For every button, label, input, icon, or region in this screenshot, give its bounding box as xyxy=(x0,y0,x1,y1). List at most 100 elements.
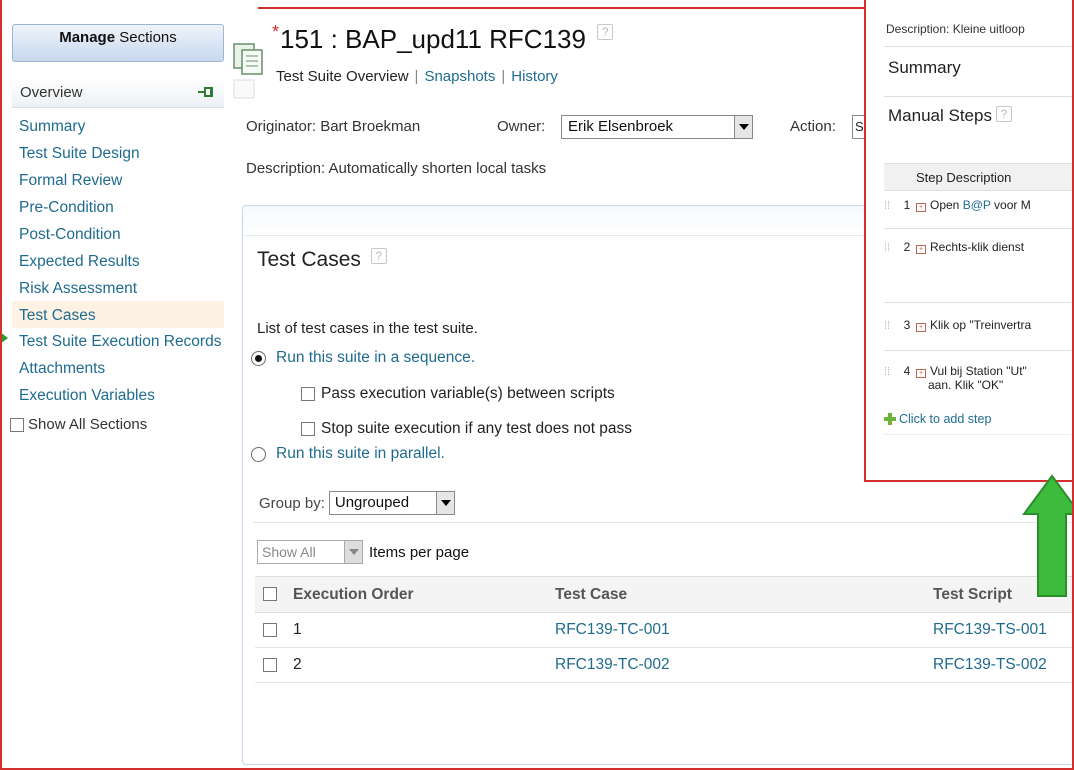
callout-arrow-icon xyxy=(1022,474,1074,597)
help-icon[interactable]: ? xyxy=(597,24,614,40)
nav-item-test-suite-design[interactable]: Test Suite Design xyxy=(12,139,224,166)
nav-item-summary[interactable]: Summary xyxy=(12,112,224,139)
step-link[interactable]: B@P xyxy=(963,198,991,212)
help-icon[interactable]: ? xyxy=(995,106,1012,122)
radio-run-parallel[interactable] xyxy=(251,446,266,462)
pass-vars-option[interactable]: Pass execution variable(s) between scrip… xyxy=(301,385,615,403)
group-by: Group by: Ungrouped xyxy=(259,491,455,515)
test-case-link[interactable]: RFC139-TC-001 xyxy=(555,621,670,638)
test-cases-table: Execution Order Test Case Test Script 1 … xyxy=(255,576,1074,683)
test-script-link[interactable]: RFC139-TS-001 xyxy=(933,621,1047,638)
run-sequence-label: Run this suite in a sequence. xyxy=(276,349,476,366)
owner-value: Erik Elsenbroek xyxy=(568,118,674,135)
test-case-link[interactable]: RFC139-TC-002 xyxy=(555,656,670,673)
section-title: Test Cases ? xyxy=(257,248,387,272)
test-suite-icon xyxy=(233,43,263,99)
overview-header[interactable]: Overview xyxy=(12,78,224,108)
col-description: Description xyxy=(946,170,1012,185)
show-all-sections[interactable]: Show All Sections xyxy=(10,416,232,433)
description-field: Description: Automatically shorten local… xyxy=(246,160,547,177)
pass-vars-label: Pass execution variable(s) between scrip… xyxy=(321,385,615,402)
items-per-page-select[interactable]: Show All xyxy=(257,540,363,564)
tab-history[interactable]: History xyxy=(511,68,558,85)
execution-order-cell: 2 xyxy=(285,647,547,683)
radio-run-sequence[interactable] xyxy=(251,350,266,366)
nav-item-test-suite-execution-records[interactable]: Test Suite Execution Records xyxy=(12,328,224,354)
expand-icon[interactable]: + xyxy=(916,203,926,212)
drag-handle-icon[interactable]: ⁞⁞ xyxy=(884,320,898,332)
step-number: 2 xyxy=(903,240,911,254)
help-icon[interactable]: ? xyxy=(370,248,387,264)
tab-test-suite-overview[interactable]: Test Suite Overview xyxy=(276,68,409,85)
drag-handle-icon[interactable]: ⁞⁞ xyxy=(884,366,898,378)
chevron-down-icon[interactable] xyxy=(435,492,454,514)
page-title-text: 151 : BAP_upd11 RFC139 xyxy=(280,24,586,54)
pass-vars-checkbox[interactable] xyxy=(301,387,315,401)
steps-table-header: Step Description xyxy=(884,163,1074,191)
callout-arrow-tip xyxy=(0,332,8,344)
step-row[interactable]: ⁞⁞ 1 + Open B@P voor M xyxy=(884,198,1074,212)
expand-icon[interactable]: + xyxy=(916,369,926,378)
action-label: Action: xyxy=(790,118,836,135)
run-parallel-label: Run this suite in parallel. xyxy=(276,445,445,462)
run-parallel-option[interactable]: Run this suite in parallel. xyxy=(251,445,445,463)
nav-item-formal-review[interactable]: Formal Review xyxy=(12,166,224,193)
step-text: Vul bij Station "Ut" xyxy=(930,364,1027,378)
test-script-link[interactable]: RFC139-TS-002 xyxy=(933,656,1047,673)
test-script-cell: RFC139-TS-002 xyxy=(925,647,1074,683)
items-per-page-value: Show All xyxy=(262,544,316,560)
stop-on-fail-option[interactable]: Stop suite execution if any test does no… xyxy=(301,420,632,438)
drag-handle-icon[interactable]: ⁞⁞ xyxy=(884,242,898,254)
expand-icon[interactable]: + xyxy=(916,323,926,332)
row-checkbox[interactable] xyxy=(263,622,277,637)
nav-item-pre-condition[interactable]: Pre-Condition xyxy=(12,193,224,220)
divider xyxy=(253,522,1074,523)
chevron-down-icon[interactable] xyxy=(344,541,362,563)
section-intro: List of test cases in the test suite. xyxy=(257,320,478,337)
inset-description: Description: Kleine uitloop xyxy=(886,22,1025,36)
nav-item-post-condition[interactable]: Post-Condition xyxy=(12,220,224,247)
run-sequence-option[interactable]: Run this suite in a sequence. xyxy=(251,349,475,367)
step-row[interactable]: ⁞⁞ 4 + Vul bij Station "Ut" aan. Klik "OK" xyxy=(884,364,1074,392)
step-row[interactable]: ⁞⁞ 2 + Rechts-klik dienst xyxy=(884,240,1074,254)
nav-item-test-cases[interactable]: Test Cases xyxy=(12,301,224,328)
step-text: Klik op "Treinvertra xyxy=(930,318,1032,332)
expand-icon[interactable]: + xyxy=(916,245,926,254)
inset-summary-heading[interactable]: Summary xyxy=(888,58,961,78)
owner-select[interactable]: Erik Elsenbroek xyxy=(561,115,753,139)
row-select-cell xyxy=(255,612,285,648)
stop-on-fail-label: Stop suite execution if any test does no… xyxy=(321,420,633,437)
pin-icon[interactable] xyxy=(198,86,214,98)
divider xyxy=(884,46,1074,47)
step-text: Rechts-klik dienst xyxy=(930,240,1025,254)
subnav-separator: | xyxy=(414,68,419,85)
subnav: Test Suite Overview | Snapshots | History xyxy=(276,68,558,85)
execution-order-cell: 1 xyxy=(285,612,547,648)
drag-handle-icon[interactable]: ⁞⁞ xyxy=(884,200,898,212)
step-text: Open xyxy=(930,198,963,212)
divider xyxy=(884,350,1074,351)
chevron-down-icon[interactable] xyxy=(734,116,752,138)
overview-label: Overview xyxy=(20,84,83,101)
group-by-label: Group by: xyxy=(259,494,325,512)
divider xyxy=(884,434,1074,435)
stop-on-fail-checkbox[interactable] xyxy=(301,422,315,436)
test-case-cell: RFC139-TC-001 xyxy=(547,612,925,648)
tab-snapshots[interactable]: Snapshots xyxy=(424,68,495,85)
select-all-checkbox[interactable] xyxy=(263,587,277,602)
nav-item-execution-variables[interactable]: Execution Variables xyxy=(12,381,224,408)
manage-sections-button[interactable]: Manage Sections xyxy=(12,24,224,62)
nav-item-attachments[interactable]: Attachments xyxy=(12,354,224,381)
nav-item-risk-assessment[interactable]: Risk Assessment xyxy=(12,274,224,301)
show-all-label: Show All Sections xyxy=(28,416,148,433)
group-by-select[interactable]: Ungrouped xyxy=(328,491,455,515)
show-all-checkbox[interactable] xyxy=(10,417,24,432)
step-row[interactable]: ⁞⁞ 3 + Klik op "Treinvertra xyxy=(884,318,1074,332)
add-step-link[interactable]: Click to add step xyxy=(884,412,991,426)
col-test-case[interactable]: Test Case xyxy=(547,576,925,613)
row-checkbox[interactable] xyxy=(263,657,277,672)
nav-item-expected-results[interactable]: Expected Results xyxy=(12,247,224,274)
divider xyxy=(884,96,1074,97)
col-execution-order[interactable]: Execution Order xyxy=(285,576,547,613)
inset-manual-steps-heading[interactable]: Manual Steps? xyxy=(888,106,1012,126)
